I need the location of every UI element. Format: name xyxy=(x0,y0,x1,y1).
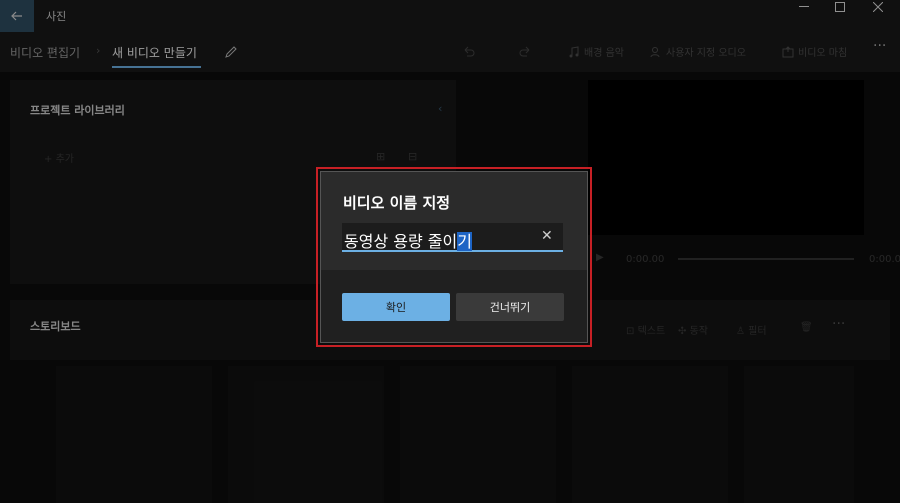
clear-input-icon[interactable]: ✕ xyxy=(541,228,555,244)
input-value: 동영상 용량 줄이기 xyxy=(344,228,472,252)
confirm-button[interactable]: 확인 xyxy=(342,293,450,321)
skip-button[interactable]: 건너뛰기 xyxy=(456,293,564,321)
video-name-input[interactable]: 동영상 용량 줄이기 ✕ xyxy=(342,223,563,252)
input-value-text: 동영상 용량 줄이 xyxy=(344,232,458,251)
input-selected-text: 기 xyxy=(457,232,472,251)
name-video-dialog: 비디오 이름 지정 동영상 용량 줄이기 ✕ 확인 건너뛰기 xyxy=(320,171,588,343)
dialog-title: 비디오 이름 지정 xyxy=(343,194,451,212)
highlight-frame: 비디오 이름 지정 동영상 용량 줄이기 ✕ 확인 건너뛰기 xyxy=(316,167,592,347)
